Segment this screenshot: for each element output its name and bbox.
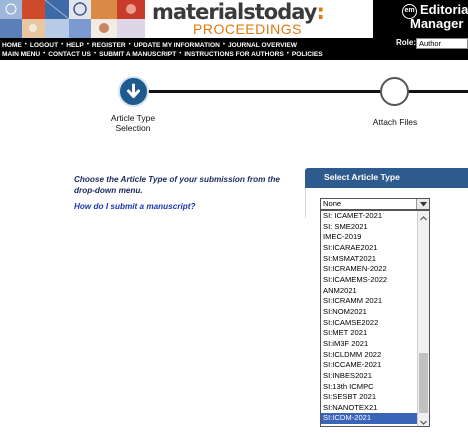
nav-policies[interactable]: POLICIES bbox=[292, 51, 323, 58]
nav-separator: • bbox=[222, 42, 225, 48]
dropdown-option[interactable]: SI:NOM2021 bbox=[321, 307, 418, 318]
nav-update-my-information[interactable]: UPDATE MY INFORMATION bbox=[134, 42, 220, 49]
nav-journal-overview[interactable]: JOURNAL OVERVIEW bbox=[228, 42, 297, 49]
nav-separator: • bbox=[24, 42, 27, 48]
scroll-up-arrow-icon bbox=[420, 216, 427, 221]
dropdown-option[interactable]: SI:iM3F 2021 bbox=[321, 339, 418, 350]
role-select[interactable]: Author bbox=[416, 38, 468, 49]
scroll-down-button[interactable] bbox=[418, 415, 429, 426]
dropdown-option[interactable]: SI:ICAMSE2022 bbox=[321, 318, 418, 329]
dropdown-option[interactable]: SI:INBES2021 bbox=[321, 371, 418, 382]
nav-separator: • bbox=[43, 51, 46, 57]
panel-title: Select Article Type bbox=[324, 172, 400, 182]
nav-separator: • bbox=[286, 51, 289, 57]
step-article-type-label: Article Type Selection bbox=[110, 113, 156, 133]
nav-row-secondary: MAIN MENU • CONTACT US • SUBMIT A MANUSC… bbox=[2, 49, 323, 59]
article-type-panel-header: Select Article Type bbox=[305, 168, 468, 188]
dropdown-option[interactable]: SI:ICCAME-2021 bbox=[321, 360, 418, 371]
nav-separator: • bbox=[93, 51, 97, 57]
step-article-type-indicator[interactable] bbox=[118, 76, 149, 107]
nav-separator: • bbox=[128, 42, 131, 48]
dropdown-option[interactable]: SI: SME2021 bbox=[321, 222, 418, 233]
nav-instructions-for-authors[interactable]: INSTRUCTIONS FOR AUTHORS bbox=[184, 51, 283, 58]
header-banner: materialstoday: PROCEEDINGS em Editorial… bbox=[0, 0, 468, 38]
instructions-text: Choose the Article Type of your submissi… bbox=[74, 175, 280, 195]
dropdown-options: SI: ICAMET-2021 SI: SME2021 IMEC-2019 SI:IC… bbox=[321, 211, 418, 425]
how-to-submit-link[interactable]: How do I submit a manuscript? bbox=[74, 202, 195, 211]
nav-submit-a-manuscript[interactable]: SUBMIT A MANUSCRIPT bbox=[99, 51, 176, 58]
chevron-down-icon bbox=[420, 202, 427, 207]
article-type-select[interactable]: None bbox=[320, 198, 430, 210]
dropdown-option[interactable]: SI:MET 2021 bbox=[321, 328, 418, 339]
nav-separator: • bbox=[179, 51, 182, 57]
arrow-down-icon bbox=[127, 83, 140, 98]
main-navigation: HOME • LOGOUT • HELP • REGISTER • UPDATE… bbox=[0, 38, 468, 60]
dropdown-option[interactable]: SI:13th ICMPC bbox=[321, 382, 418, 393]
article-type-dropdown-list[interactable]: SI: ICAMET-2021 SI: SME2021 IMEC-2019 SI:IC… bbox=[320, 210, 430, 427]
editorial-manager-subtitle: Manager bbox=[410, 16, 464, 31]
dropdown-option[interactable]: SI:ICAMEMS-2022 bbox=[321, 275, 418, 286]
dropdown-option[interactable]: SI:ICARAE2021 bbox=[321, 243, 418, 254]
scroll-down-arrow-icon bbox=[420, 420, 427, 425]
nav-contact-us[interactable]: CONTACT US bbox=[48, 51, 91, 58]
editorial-manager-title: Editorial bbox=[420, 2, 468, 17]
dropdown-option[interactable]: ANM2021 bbox=[321, 286, 418, 297]
dropdown-option[interactable]: SI: ICAMET-2021 bbox=[321, 211, 418, 222]
role-label: Role: bbox=[396, 38, 416, 47]
progress-track bbox=[135, 90, 468, 93]
scroll-thumb[interactable] bbox=[419, 353, 428, 413]
submission-progress: Article Type Selection Attach Files bbox=[0, 60, 468, 140]
scroll-up-button[interactable] bbox=[418, 211, 429, 222]
brand-subtitle: PROCEEDINGS bbox=[193, 21, 302, 37]
dropdown-option[interactable]: SI:ICLDMM 2022 bbox=[321, 350, 418, 361]
step-attach-files-label: Attach Files bbox=[372, 117, 418, 127]
dropdown-scrollbar[interactable] bbox=[417, 211, 429, 426]
nav-logout[interactable]: LOGOUT bbox=[30, 42, 58, 49]
dropdown-option[interactable]: SI:ICRAMM 2021 bbox=[321, 296, 418, 307]
dropdown-option[interactable]: SI:NANOTEX21 bbox=[321, 403, 418, 414]
nav-help[interactable]: HELP bbox=[66, 42, 84, 49]
nav-home[interactable]: HOME bbox=[2, 42, 22, 49]
select-toggle-button[interactable] bbox=[416, 199, 429, 209]
dropdown-option[interactable]: SI:MSMAT2021 bbox=[321, 254, 418, 265]
dropdown-option[interactable]: SI:SESBT 2021 bbox=[321, 392, 418, 403]
nav-main-menu[interactable]: MAIN MENU bbox=[2, 51, 40, 58]
dropdown-option[interactable]: IMEC-2019 bbox=[321, 232, 418, 243]
select-current-value: None bbox=[323, 199, 342, 208]
materials-mosaic-image bbox=[0, 0, 145, 38]
nav-separator: • bbox=[86, 42, 89, 48]
dropdown-option-selected[interactable]: SI:ICDM-2021 bbox=[321, 413, 418, 425]
dropdown-option[interactable]: SI:ICRAMEN-2022 bbox=[321, 264, 418, 275]
nav-register[interactable]: REGISTER bbox=[92, 42, 126, 49]
step-attach-files-indicator[interactable] bbox=[380, 77, 409, 106]
nav-separator: • bbox=[61, 42, 64, 48]
